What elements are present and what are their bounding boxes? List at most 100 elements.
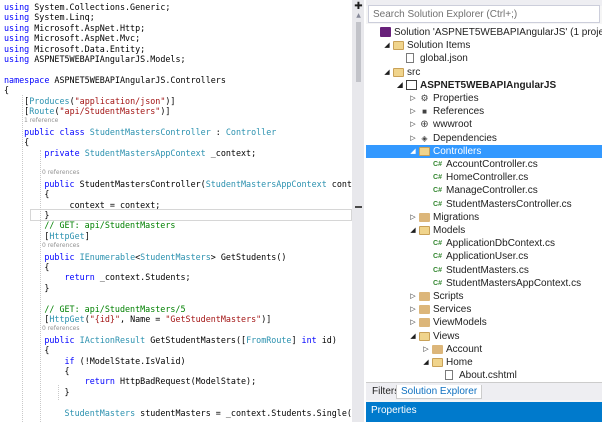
code-token: public: [44, 178, 75, 189]
tree-node-label: ViewModels: [433, 317, 487, 329]
tab-solution-explorer[interactable]: Solution Explorer: [396, 385, 483, 399]
expanded-arrow-icon[interactable]: ◢: [409, 224, 417, 237]
tree-node-label: Solution 'ASPNET5WEBAPIAngularJS' (1 pro…: [394, 27, 602, 38]
codelens-reference-count[interactable]: 0 references: [42, 168, 80, 178]
code-token: :: [210, 126, 226, 137]
tree-node[interactable]: ▷ ViewModels: [366, 316, 602, 329]
tree-node[interactable]: C# StudentMastersAppContext.cs: [366, 277, 602, 290]
tree-node[interactable]: C# HomeController.cs: [366, 171, 602, 184]
code-token: using: [4, 22, 30, 33]
code-line: // GET: api/StudentMasters/5: [4, 304, 185, 314]
codelens-reference-count[interactable]: 1 reference: [24, 116, 58, 126]
codelens-reference-count[interactable]: 0 references: [42, 324, 80, 334]
code-token: {: [4, 345, 50, 356]
codelens-reference-count[interactable]: 0 references: [42, 241, 80, 251]
code-line: public IActionResult GetStudentMasters([…: [4, 335, 337, 345]
tree-node-label: Views: [433, 330, 460, 342]
tree-node[interactable]: ▷ ◈ Dependencies: [366, 132, 602, 145]
tree-node[interactable]: Solution 'ASPNET5WEBAPIAngularJS' (1 pro…: [366, 26, 602, 39]
code-token: StudentMastersAppContext: [205, 178, 327, 189]
tree-node[interactable]: C# ApplicationDbContext.cs: [366, 237, 602, 250]
folder-open-icon: [432, 358, 443, 367]
expanded-arrow-icon[interactable]: ◢: [396, 79, 404, 92]
tree-node[interactable]: ▷ Services: [366, 303, 602, 316]
tree-node[interactable]: ◢ src: [366, 66, 602, 79]
code-editor[interactable]: using System.Collections.Generic; using S…: [0, 0, 364, 422]
code-token: _context.Students;: [94, 272, 191, 283]
scrollbar-thumb[interactable]: [356, 22, 361, 82]
collapsed-arrow-icon[interactable]: ▷: [409, 105, 417, 118]
csharp-file-icon: C#: [433, 279, 442, 287]
code-token: public class: [24, 126, 85, 137]
collapsed-arrow-icon[interactable]: ▷: [409, 118, 417, 131]
tree-node[interactable]: C# StudentMasters.cs: [366, 264, 602, 277]
collapsed-arrow-icon[interactable]: ▷: [409, 303, 417, 316]
tree-node[interactable]: ▷ Migrations: [366, 211, 602, 224]
globe-icon: ⊕: [420, 119, 429, 131]
tree-node-label: References: [433, 106, 485, 118]
expanded-arrow-icon[interactable]: ◢: [383, 39, 391, 52]
expanded-arrow-icon[interactable]: ◢: [409, 145, 417, 158]
tree-node-label: Dependencies: [433, 132, 497, 144]
code-token: [: [4, 95, 30, 106]
code-token: if: [64, 355, 75, 366]
code-line: {: [4, 85, 9, 95]
properties-icon: ⚙: [420, 93, 429, 103]
code-token: StudentMasters: [64, 407, 136, 418]
expanded-arrow-icon[interactable]: ◢: [383, 66, 391, 79]
tree-node[interactable]: About.cshtml: [366, 369, 602, 382]
explorer-search-input[interactable]: Search Solution Explorer (Ctrl+;): [368, 5, 600, 23]
collapsed-arrow-icon[interactable]: ▷: [409, 132, 417, 145]
tree-node[interactable]: ▷ ⚙ Properties: [366, 92, 602, 105]
tree-node[interactable]: ◢ Models: [366, 224, 602, 237]
collapsed-arrow-icon[interactable]: ▷: [409, 290, 417, 303]
collapsed-arrow-icon[interactable]: ▷: [422, 343, 430, 356]
collapsed-arrow-icon[interactable]: ▷: [409, 211, 417, 224]
tree-node[interactable]: global.json: [366, 52, 602, 65]
indent-guide: [40, 150, 41, 422]
code-token: Microsoft.AspNet.Mvc;: [29, 33, 141, 44]
code-line: public IEnumerable<StudentMasters> GetSt…: [4, 252, 286, 262]
current-line-highlight: [30, 209, 352, 221]
expanded-arrow-icon[interactable]: ◢: [409, 330, 417, 343]
code-line: return _context.Students;: [4, 272, 191, 282]
properties-panel-header[interactable]: Properties: [366, 402, 602, 422]
tree-node-label: ASPNET5WEBAPIAngularJS: [420, 79, 557, 91]
expanded-arrow-icon[interactable]: ◢: [422, 356, 430, 369]
tree-node[interactable]: C# AccountController.cs: [366, 158, 602, 171]
tree-node-label: HomeController.cs: [446, 172, 529, 184]
tree-node-label: StudentMastersController.cs: [446, 198, 572, 210]
code-token: [: [4, 106, 30, 116]
collapsed-arrow-icon[interactable]: ▷: [409, 92, 417, 105]
properties-title: Properties: [371, 405, 417, 416]
code-line: [HttpGet("{id}", Name = "GetStudentMaste…: [4, 314, 271, 324]
tree-node[interactable]: ◢ Controllers: [366, 144, 602, 158]
tree-node[interactable]: ▷ ⊕ wwwroot: [366, 118, 602, 131]
code-line: namespace ASPNET5WEBAPIAngularJS.Control…: [4, 75, 226, 85]
code-line: using Microsoft.AspNet.Mvc;: [4, 33, 140, 43]
folder-open-icon: [419, 331, 430, 341]
collapsed-arrow-icon[interactable]: ▷: [409, 316, 417, 329]
split-editor-icon[interactable]: ✚: [354, 2, 363, 12]
folder-open-icon: [393, 41, 404, 51]
csharp-file-icon: C#: [433, 240, 442, 248]
code-token: studentMasters = _context.Students.Singl…: [140, 407, 352, 418]
tree-node[interactable]: C# ManageController.cs: [366, 184, 602, 197]
tree-node[interactable]: C# StudentMastersController.cs: [366, 198, 602, 211]
tree-node[interactable]: ▷ Account: [366, 343, 602, 356]
code-line: using Microsoft.AspNet.Http;: [4, 23, 145, 33]
tree-node[interactable]: ▷ Scripts: [366, 290, 602, 303]
tree-node[interactable]: C# ApplicationUser.cs: [366, 250, 602, 263]
tree-node[interactable]: ◢ ASPNET5WEBAPIAngularJS: [366, 79, 602, 92]
folder-icon: [419, 305, 430, 315]
references-icon: ■: [422, 107, 427, 117]
tree-node[interactable]: ◢ Views: [366, 330, 602, 343]
tree-node-label: Migrations: [433, 211, 480, 223]
scroll-up-icon[interactable]: ▲: [354, 12, 363, 20]
tree-node[interactable]: ◢ Solution Items: [366, 39, 602, 52]
tree-node[interactable]: ▷ ■ References: [366, 105, 602, 118]
tree-node[interactable]: ◢ Home: [366, 356, 602, 369]
